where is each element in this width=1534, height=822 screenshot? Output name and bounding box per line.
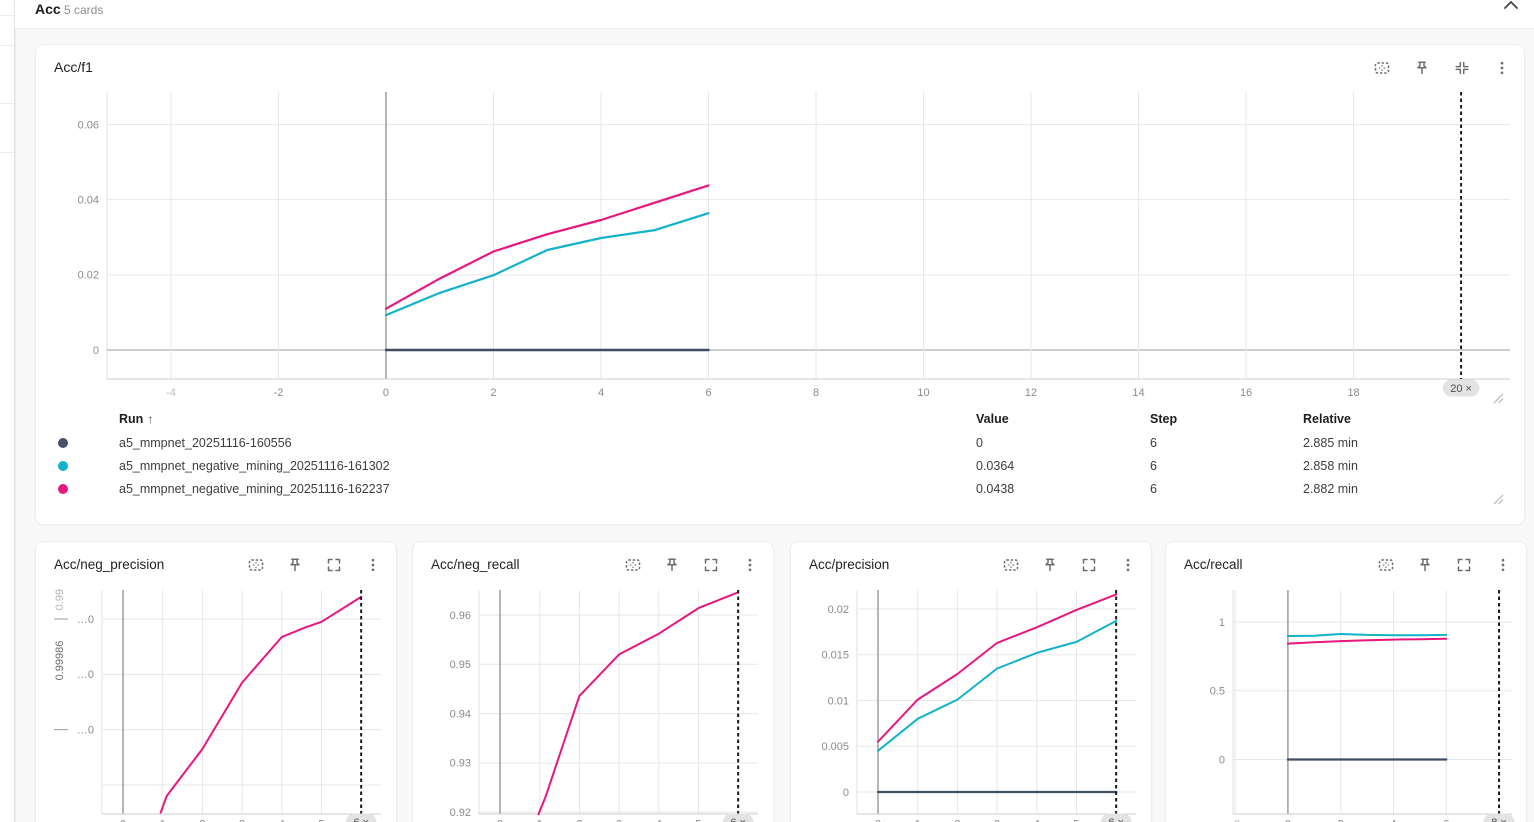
svg-text:0: 0 bbox=[497, 819, 503, 822]
svg-text:0.04: 0.04 bbox=[78, 194, 99, 206]
chart-canvas-f1[interactable]: 0 0.02 0.04 0.06 -4 -2 0 2 4 6 8 10 12 14 16 18 20 × bbox=[36, 45, 1524, 524]
svg-text:16: 16 bbox=[1240, 387, 1252, 399]
svg-text:-2: -2 bbox=[1230, 819, 1240, 822]
chart-canvas-pr[interactable]: 0.02 0.015 0.01 0.005 0 0 1 2 3 4 5 6 × bbox=[791, 542, 1151, 822]
svg-text:5: 5 bbox=[318, 819, 324, 822]
left-rail bbox=[0, 0, 15, 822]
rail-divider bbox=[0, 45, 14, 46]
zoom-reset-badge[interactable]: 6 × bbox=[723, 814, 754, 822]
svg-text:2: 2 bbox=[199, 819, 205, 822]
svg-text:0: 0 bbox=[875, 819, 881, 822]
svg-text:0.5: 0.5 bbox=[1210, 686, 1225, 698]
svg-text:4: 4 bbox=[1390, 819, 1396, 822]
svg-text:2: 2 bbox=[1338, 819, 1344, 822]
svg-text:1: 1 bbox=[1219, 617, 1225, 629]
panel-acc-precision: Acc/precision bbox=[790, 541, 1152, 822]
svg-text:2: 2 bbox=[954, 819, 960, 822]
zoom-reset-badge[interactable]: 8 × bbox=[1484, 814, 1515, 822]
svg-text:0.99986: 0.99986 bbox=[54, 641, 66, 681]
svg-text:3: 3 bbox=[616, 819, 622, 822]
wandb-workspace-section: Acc 5 cards Acc/f1 bbox=[0, 0, 1534, 822]
chart-canvas-nr[interactable]: 0.96 0.95 0.94 0.93 0.92 0 1 2 3 4 5 6 × bbox=[413, 542, 773, 822]
svg-text:0.92: 0.92 bbox=[450, 807, 471, 819]
section-title: Acc bbox=[35, 1, 61, 17]
panel-acc-neg-recall: Acc/neg_recall bbox=[412, 541, 774, 822]
svg-text:4: 4 bbox=[598, 387, 604, 399]
svg-text:0.015: 0.015 bbox=[821, 650, 849, 662]
svg-text:12: 12 bbox=[1025, 387, 1037, 399]
svg-text:0.96: 0.96 bbox=[450, 610, 471, 622]
svg-text:10: 10 bbox=[917, 387, 929, 399]
svg-text:0: 0 bbox=[120, 819, 126, 822]
svg-text:0: 0 bbox=[1285, 819, 1291, 822]
panel-grid-section: Acc/f1 bbox=[15, 28, 1534, 822]
svg-text:1: 1 bbox=[537, 819, 543, 822]
svg-text:…0: …0 bbox=[77, 614, 94, 626]
svg-text:…0: …0 bbox=[77, 724, 94, 736]
svg-text:1: 1 bbox=[160, 819, 166, 822]
svg-text:…0: …0 bbox=[77, 669, 94, 681]
rail-divider bbox=[0, 103, 14, 104]
svg-text:0: 0 bbox=[93, 345, 99, 357]
svg-text:8: 8 bbox=[813, 387, 819, 399]
svg-text:6 ×: 6 × bbox=[1108, 817, 1124, 822]
rail-divider bbox=[0, 152, 14, 153]
svg-text:6: 6 bbox=[705, 387, 711, 399]
svg-text:3: 3 bbox=[239, 819, 245, 822]
svg-text:5: 5 bbox=[1073, 819, 1079, 822]
chevron-up-icon[interactable] bbox=[1499, 0, 1523, 19]
zoom-reset-badge[interactable]: 6 × bbox=[1101, 814, 1132, 822]
svg-text:0.02: 0.02 bbox=[828, 604, 849, 616]
svg-text:0.94: 0.94 bbox=[450, 708, 471, 720]
svg-text:0.95: 0.95 bbox=[450, 659, 471, 671]
section-header: Acc 5 cards bbox=[15, 0, 1534, 28]
zoom-reset-badge[interactable]: 20 × bbox=[1443, 380, 1480, 397]
panel-acc-recall: Acc/recall bbox=[1165, 541, 1527, 822]
rail-divider bbox=[0, 15, 14, 16]
svg-text:-4: -4 bbox=[166, 387, 176, 399]
svg-text:20 ×: 20 × bbox=[1450, 383, 1472, 395]
svg-text:0.99: 0.99 bbox=[54, 589, 66, 610]
svg-text:2: 2 bbox=[576, 819, 582, 822]
svg-text:2: 2 bbox=[490, 387, 496, 399]
svg-text:18: 18 bbox=[1347, 387, 1359, 399]
panel-acc-neg-precision: Acc/neg_precision bbox=[35, 541, 397, 822]
svg-text:0: 0 bbox=[383, 387, 389, 399]
svg-text:3: 3 bbox=[994, 819, 1000, 822]
svg-text:0.01: 0.01 bbox=[828, 695, 849, 707]
svg-text:0: 0 bbox=[843, 787, 849, 799]
svg-text:1: 1 bbox=[915, 819, 921, 822]
svg-text:0: 0 bbox=[1219, 754, 1225, 766]
svg-text:6: 6 bbox=[1443, 819, 1449, 822]
svg-text:14: 14 bbox=[1132, 387, 1144, 399]
svg-text:0.93: 0.93 bbox=[450, 758, 471, 770]
zoom-reset-badge[interactable]: 6 × bbox=[346, 814, 377, 822]
chart-canvas-np[interactable]: …0 …0 …0 0 1 2 3 4 5 0.99 0.99986 6 × bbox=[36, 542, 396, 822]
svg-text:0.02: 0.02 bbox=[78, 270, 99, 282]
svg-text:5: 5 bbox=[695, 819, 701, 822]
svg-text:0.005: 0.005 bbox=[821, 741, 849, 753]
svg-text:-2: -2 bbox=[274, 387, 284, 399]
chart-canvas-rc[interactable]: 1 0.5 0 -2 0 2 4 6 8 × bbox=[1166, 542, 1526, 822]
svg-text:4: 4 bbox=[1034, 819, 1040, 822]
svg-text:6 ×: 6 × bbox=[730, 817, 746, 822]
svg-text:8 ×: 8 × bbox=[1491, 817, 1507, 822]
panel-acc-f1: Acc/f1 bbox=[35, 44, 1525, 525]
svg-text:0.06: 0.06 bbox=[78, 119, 99, 131]
svg-text:4: 4 bbox=[279, 819, 285, 822]
svg-text:6 ×: 6 × bbox=[353, 817, 369, 822]
svg-text:4: 4 bbox=[656, 819, 662, 822]
section-card-count: 5 cards bbox=[64, 3, 103, 17]
